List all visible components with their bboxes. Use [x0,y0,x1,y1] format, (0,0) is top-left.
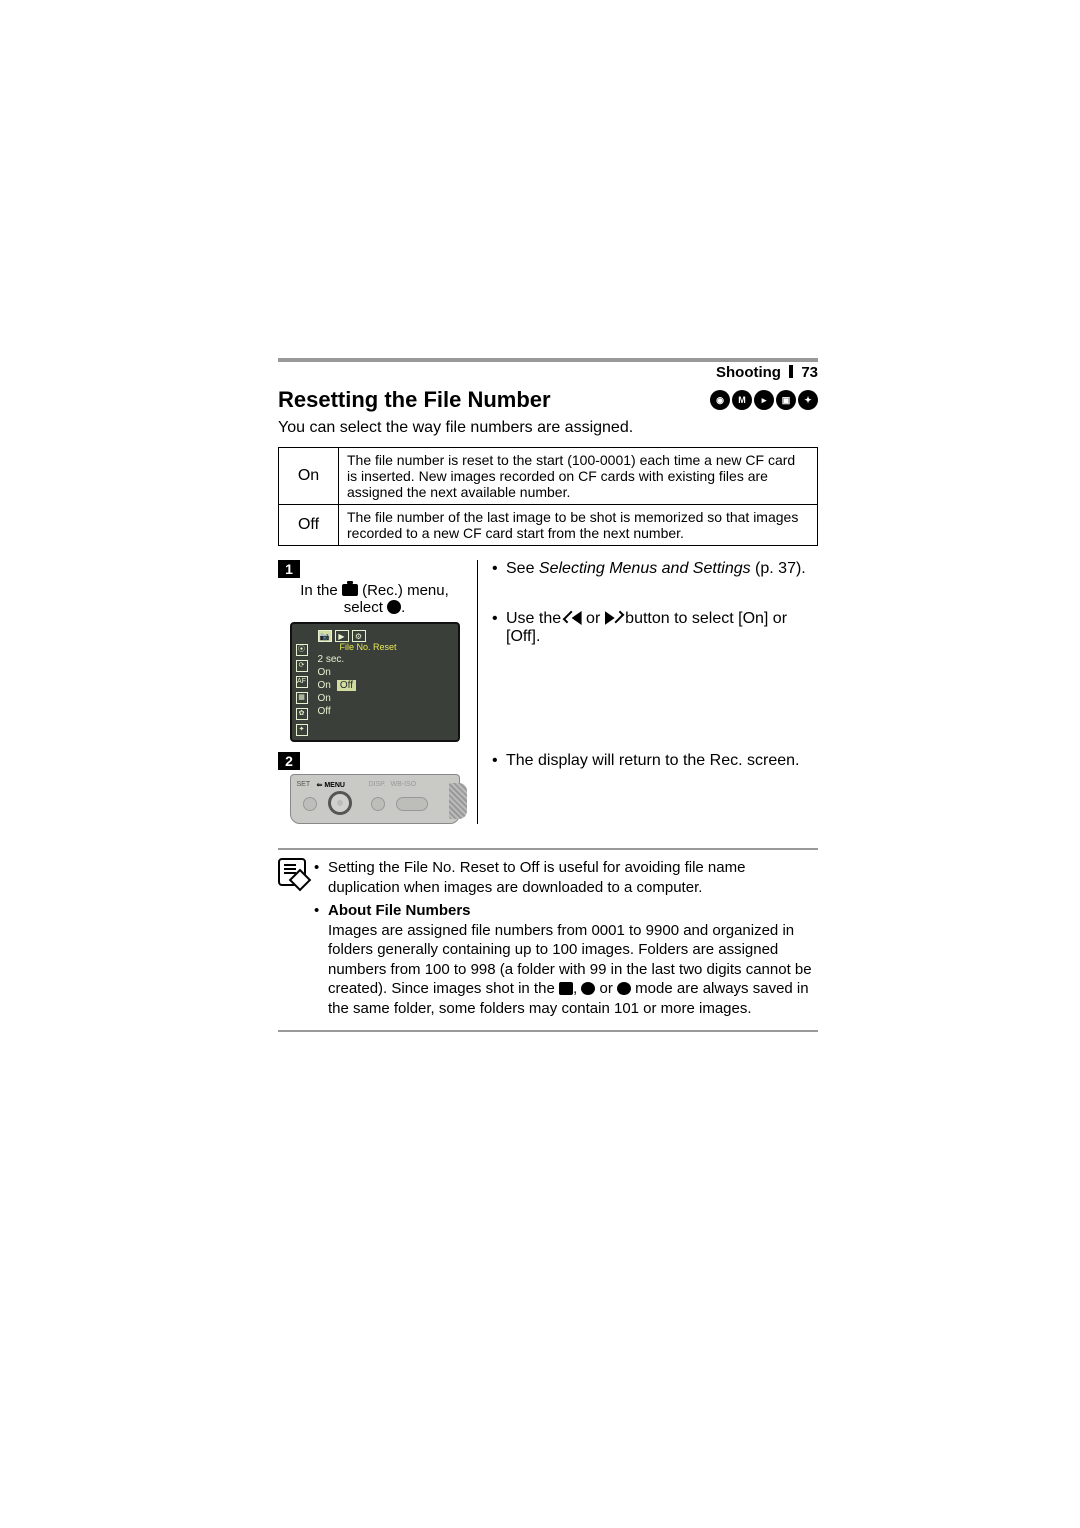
focus-bracket-mode-icon [617,982,631,995]
camera-back-diagram: SET ⇐ MENU DISP. WB-ISO [290,774,460,824]
step-1-bullet-a: • See Selecting Menus and Settings (p. 3… [492,560,818,578]
set-label: SET [297,781,311,788]
m-mode-icon: M [732,390,752,410]
step-2-bullet: • The display will return to the Rec. sc… [492,752,818,770]
bullet-dot: • [492,610,506,646]
file-no-select-icon [387,600,401,614]
step-1-left: 1 In the (Rec.) menu, select . ⦿ ⟳ AF ▦ … [278,560,478,752]
step-2: 2 SET ⇐ MENU DISP. WB-ISO • The display … [278,752,818,824]
lcd-screen: ⦿ ⟳ AF ▦ ✿ ✦ 📷 ▶ ⚙ File No. Reset [290,622,460,742]
option-off-desc: The file number of the last image to be … [339,505,818,546]
note-2-or: or [599,980,617,997]
step-2-text: The display will return to the Rec. scre… [506,752,799,770]
step1-right-b-pre: Use the [506,610,566,627]
lcd-tab-active-icon: 📷 [318,630,332,642]
bullet-dot: • [492,752,506,770]
step-1: 1 In the (Rec.) menu, select . ⦿ ⟳ AF ▦ … [278,560,818,752]
reference-link: Selecting Menus and Settings [539,560,751,577]
camera-dial-icon [328,791,352,815]
intro-text: You can select the way file numbers are … [278,419,818,437]
camera-grip [449,783,467,819]
note-icon [278,858,314,1022]
step-2-right: • The display will return to the Rec. sc… [478,752,818,782]
options-table: On The file number is reset to the start… [278,447,818,546]
lcd-sidebar-icon: ⟳ [296,660,308,672]
camera-button-icon [303,797,317,811]
mode-icons: ◉ M ▸ ▣ ✦ [710,390,818,410]
step1-right-a-pre: See [506,560,539,577]
lcd-sidebar: ⦿ ⟳ AF ▦ ✿ ✦ [296,644,308,736]
menu-arrow: ⇐ MENU [317,781,345,789]
lcd-sidebar-icon: ✿ [296,708,308,720]
lcd-sidebar-icon: AF [296,676,308,688]
camera-zoom-icon [396,797,428,811]
lcd-selected-off: Off [337,680,356,691]
page-number: 73 [801,364,818,381]
note-2: • About File Numbers Images are assigned… [314,901,818,1018]
chapter-name: Shooting [716,364,781,381]
chapter-label: Shooting 73 [278,364,818,381]
step-1-right: • See Selecting Menus and Settings (p. 3… [478,560,818,658]
lcd-sidebar-icon: ▦ [296,692,308,704]
step-2-number: 2 [278,752,300,770]
step-1-number: 1 [278,560,300,578]
camera-mode-icon: ◉ [710,390,730,410]
section-title: Resetting the File Number [278,387,551,413]
lcd-title: File No. Reset [340,642,452,652]
aeb-mode-icon [581,982,595,995]
step-1-label-b: (Rec.) menu, [362,582,449,599]
mode-icon-2: ▣ [776,390,796,410]
bullet-dot: • [314,901,328,1018]
rec-menu-icon [342,584,358,596]
table-row: Off The file number of the last image to… [279,505,818,546]
notes-body: • Setting the File No. Reset to Off is u… [314,858,818,1022]
wb-label: WB-ISO [391,781,417,788]
lcd-row: 2 sec. [318,654,452,665]
option-on-label: On [279,448,339,505]
step1-right-a-post: (p. 37). [751,560,806,577]
note-1-text: Setting the File No. Reset to Off is use… [328,858,818,897]
mode-icon-3: ✦ [798,390,818,410]
page-content: Shooting 73 Resetting the File Number ◉ … [278,358,818,1032]
step-1-bullet-b: • Use the or button to select [On] or [O… [492,610,818,646]
bullet-dot: • [492,560,506,578]
step-1-label-a: In the [300,582,342,599]
lcd-tab-icon: ⚙ [352,630,366,642]
lcd-sidebar-icon: ⦿ [296,644,308,656]
play-mode-icon: ▸ [754,390,774,410]
note-2-title: About File Numbers [328,902,471,919]
lcd-row: Off [318,706,452,717]
option-off-label: Off [279,505,339,546]
separator-icon [789,365,793,378]
lcd-row: On [318,693,452,704]
step1-right-b-mid: or [582,610,605,627]
lcd-row: On Off [318,680,452,691]
steps: 1 In the (Rec.) menu, select . ⦿ ⟳ AF ▦ … [278,560,818,824]
option-on-desc: The file number is reset to the start (1… [339,448,818,505]
step-1-label: In the (Rec.) menu, select . [278,582,471,616]
camera-button-icon [371,797,385,811]
note-frame-icon [278,858,306,886]
note-1: • Setting the File No. Reset to Off is u… [314,858,818,897]
step-1-label-c: select [344,599,387,616]
stitch-mode-icon [559,982,573,995]
bullet-dot: • [314,858,328,897]
disp-label: DISP. [369,781,386,788]
step-2-left: 2 SET ⇐ MENU DISP. WB-ISO [278,752,478,824]
section-title-row: Resetting the File Number ◉ M ▸ ▣ ✦ [278,387,818,413]
lcd-row: On [318,667,452,678]
lcd-content: 📷 ▶ ⚙ File No. Reset 2 sec. On On Off On… [318,630,452,717]
chapter-bar [278,358,818,362]
lcd-sidebar-icon: ✦ [296,724,308,736]
notes-box: • Setting the File No. Reset to Off is u… [278,848,818,1032]
lcd-tab-icon: ▶ [335,630,349,642]
table-row: On The file number is reset to the start… [279,448,818,505]
